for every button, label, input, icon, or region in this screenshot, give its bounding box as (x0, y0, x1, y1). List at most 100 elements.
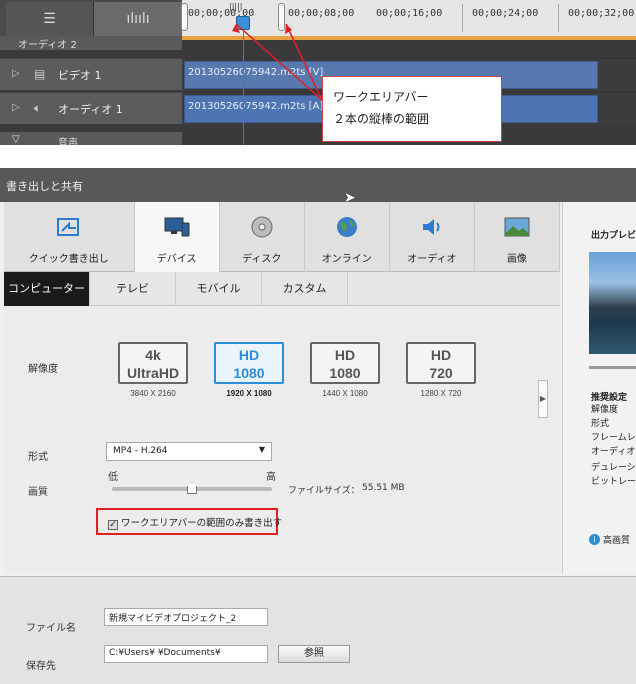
resolution-label: 解像度 (28, 364, 58, 375)
preview-info-item: フレームレート (591, 433, 636, 443)
track-header-partial: オーディオ 2 (0, 36, 182, 50)
output-location-panel: ファイル名 保存先 (0, 576, 636, 684)
chevron-down-icon: ▼ (258, 445, 265, 454)
clip-name: 20130526075942.m2ts [A] (188, 101, 324, 112)
work-area-bar[interactable] (182, 36, 636, 40)
resolution-option-4k[interactable]: 4k UltraHD 3840 X 2160 (118, 342, 188, 398)
tab-label: クイック書き出し (28, 254, 109, 265)
file-name-value: 新規マイビデオプロジェクト_2 (109, 614, 237, 624)
work-area-only-label: ワークエリアバーの範囲のみ書き出す (121, 518, 283, 529)
quality-high-label: 高 (266, 472, 276, 483)
expand-triangle-icon[interactable]: ▷ (12, 102, 20, 113)
globe-icon (336, 217, 357, 237)
tab-label: オンライン (321, 254, 372, 265)
browse-button[interactable]: 参照 (278, 645, 350, 663)
track-header-video-1[interactable]: ▷ ▤ ビデオ 1 (0, 58, 182, 90)
track-name: ビデオ 1 (58, 69, 102, 82)
tracks-icon: ☰ (43, 11, 56, 27)
disc-icon (251, 216, 273, 238)
quick-export-icon (56, 218, 79, 236)
preview-info-item: ビットレート (591, 477, 636, 487)
subtab-mobile[interactable]: モバイル (176, 272, 262, 306)
track-header-narration[interactable]: ▽ 音声 (0, 132, 182, 145)
format-select[interactable]: MP4 - H.264 ▼ (106, 442, 272, 461)
tab-audio[interactable]: オーディオ (390, 202, 475, 272)
resolution-line2: 1080 (233, 365, 265, 381)
resolution-dims: 3840 X 2160 (130, 389, 176, 398)
playhead-grip-icon: ||||| (229, 2, 243, 11)
time-ruler[interactable]: 00;00;00;00 00;00;08;00 00;00;16;00 00;0… (182, 0, 636, 36)
callout-line: ワークエリアバー (333, 90, 429, 104)
timeline-panel: ☰ ılıılı 00;00;00;00 00;00;08;00 00;00;1… (0, 0, 636, 145)
tab-label: 画像 (506, 254, 527, 265)
track-name: 音声 (58, 138, 78, 145)
resolution-line2: UltraHD (126, 365, 180, 381)
tracks-view-button[interactable]: ☰ (6, 2, 94, 36)
preview-title: 出力プレビュー (591, 231, 636, 241)
resolution-option-1440[interactable]: HD 1080 1440 X 1080 (310, 342, 380, 398)
track-name: オーディオ 2 (18, 40, 77, 50)
high-quality-label: 高画質 (603, 536, 631, 546)
tab-label: デバイス (156, 254, 197, 265)
work-area-only-option[interactable]: ✓ ワークエリアバーの範囲のみ書き出す (96, 508, 282, 535)
preview-info-item: デュレーション (591, 463, 636, 473)
dialog-title: 書き出しと共有 (0, 168, 636, 202)
work-area-start-handle[interactable] (181, 3, 188, 31)
resolution-tile[interactable]: 4k UltraHD (118, 342, 188, 384)
ruler-tick (462, 4, 463, 32)
quality-slider-thumb[interactable] (187, 482, 197, 494)
audio-waveform-button[interactable]: ılıılı (94, 2, 182, 36)
resolution-dims: 1920 X 1080 (226, 389, 272, 398)
preview-scrubber[interactable] (589, 366, 636, 369)
resolution-tile[interactable]: HD 720 (406, 342, 476, 384)
preview-info-item: 形式 (591, 419, 610, 429)
resolution-tile[interactable]: HD 1080 (214, 342, 284, 384)
work-area-end-handle[interactable] (278, 3, 285, 31)
export-settings-panel: クイック書き出し デバイス ディスク オンライン オーディオ 画像 コンピュータ… (4, 202, 560, 574)
tab-label: オーディオ (407, 254, 457, 265)
subtab-custom[interactable]: カスタム (262, 272, 348, 306)
track-name: オーディオ 1 (58, 103, 123, 116)
tab-label: ディスク (242, 254, 282, 265)
resolution-option-720[interactable]: HD 720 1280 X 720 (406, 342, 476, 398)
tab-devices[interactable]: デバイス (134, 202, 220, 272)
tab-quick-export[interactable]: クイック書き出し (4, 202, 135, 272)
collapse-triangle-icon[interactable]: ▽ (12, 134, 20, 145)
resolution-option-1920[interactable]: HD 1080 1920 X 1080 (214, 342, 284, 398)
file-size-value: 55.51 MB (362, 483, 405, 493)
ruler-label: 00;00;32;00 (568, 8, 635, 19)
resolution-line1: HD (430, 347, 452, 363)
tab-disc[interactable]: ディスク (220, 202, 305, 272)
export-share-dialog: 書き出しと共有 クイック書き出し デバイス ディスク オンライン オーディオ 画… (0, 168, 636, 684)
expand-triangle-icon[interactable]: ▷ (12, 68, 20, 79)
work-area-only-checkbox[interactable]: ✓ (108, 520, 118, 530)
tab-image[interactable]: 画像 (475, 202, 560, 272)
resolution-tile[interactable]: HD 1080 (310, 342, 380, 384)
save-location-input[interactable]: C:¥Users¥ ¥Documents¥ (104, 645, 268, 663)
ruler-tick (558, 4, 559, 32)
playhead-marker[interactable] (236, 16, 250, 30)
tab-online[interactable]: オンライン (305, 202, 390, 272)
resolution-line1: HD (334, 347, 356, 363)
preview-thumbnail (589, 252, 636, 354)
film-icon: ▤ (34, 67, 46, 81)
resolution-dims: 1440 X 1080 (322, 389, 368, 398)
speaker-icon (422, 219, 440, 235)
resolution-line1: 4k (145, 347, 161, 363)
preview-info-item: 解像度 (591, 405, 619, 415)
subtab-computer[interactable]: コンピューター (4, 272, 90, 306)
resolution-next-arrow[interactable]: ▶ (538, 380, 548, 418)
ruler-label: 00;00;08;00 (288, 8, 355, 19)
annotation-callout: ワークエリアバー ２本の縦棒の範囲 (322, 76, 502, 142)
track-header-audio-1[interactable]: ▷ 🔈︎ オーディオ 1 (0, 92, 182, 124)
timeline-toolbar: ☰ ılıılı (0, 0, 182, 36)
info-icon[interactable]: i (589, 534, 600, 545)
ruler-label: 00;00;24;00 (472, 8, 539, 19)
mouse-cursor-icon: ➤ (344, 190, 356, 206)
quality-low-label: 低 (108, 472, 118, 483)
resolution-line1: HD (238, 347, 260, 363)
image-icon (504, 217, 530, 237)
clip-name: 20130526075942.m2ts [V] (188, 67, 324, 78)
file-name-input[interactable]: 新規マイビデオプロジェクト_2 (104, 608, 268, 626)
subtab-tv[interactable]: テレビ (90, 272, 176, 306)
